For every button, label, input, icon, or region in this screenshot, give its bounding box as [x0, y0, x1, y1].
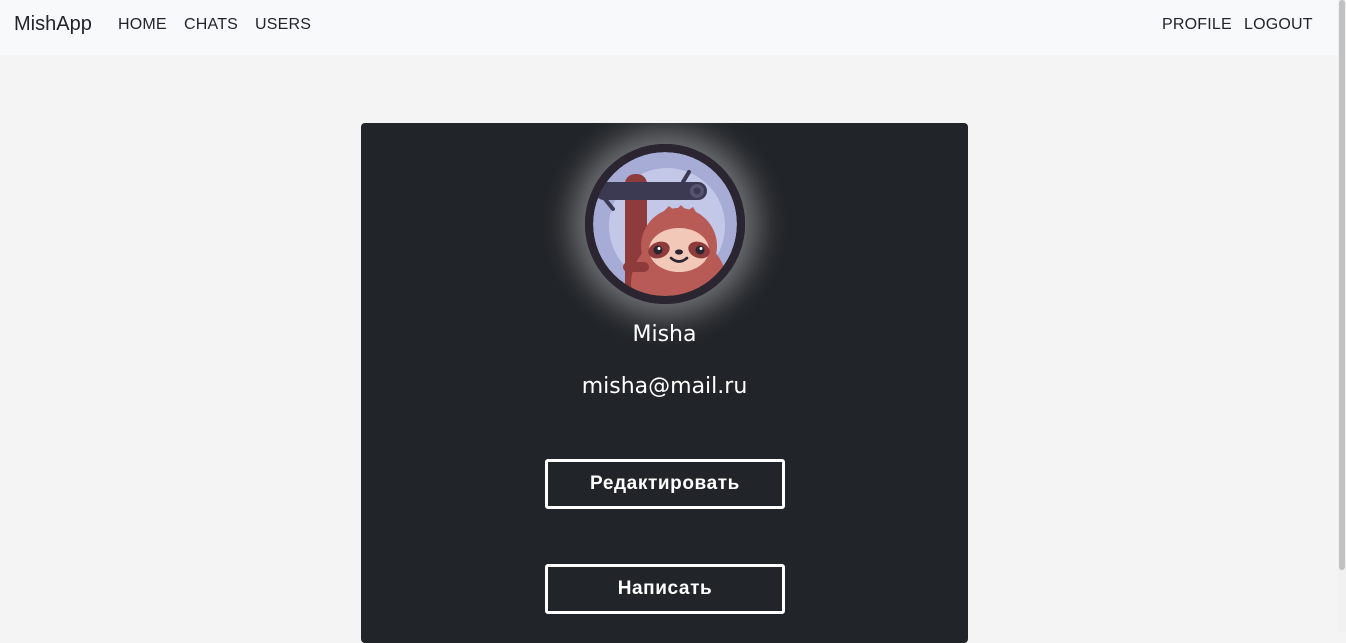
send-message-button[interactable]: Написать: [545, 564, 785, 614]
avatar: [585, 144, 745, 304]
nav-profile-link[interactable]: PROFILE: [1162, 16, 1232, 34]
brand-logo[interactable]: MishApp: [14, 13, 92, 36]
page-scrollbar[interactable]: [1338, 0, 1346, 632]
navbar: MishApp HOME CHATS USERS PROFILE LOGOUT: [0, 0, 1338, 55]
nav-home-link[interactable]: HOME: [118, 16, 167, 34]
nav-logout-link[interactable]: LOGOUT: [1244, 16, 1313, 34]
scrollbar-thumb[interactable]: [1339, 0, 1345, 570]
profile-card: Misha misha@mail.ru Редактировать Написа…: [361, 123, 968, 643]
nav-chats-link[interactable]: CHATS: [184, 16, 238, 34]
profile-name: Misha: [632, 322, 697, 347]
edit-profile-button[interactable]: Редактировать: [545, 459, 785, 509]
sloth-avatar-icon: [585, 144, 745, 304]
profile-email: misha@mail.ru: [581, 374, 748, 399]
nav-users-link[interactable]: USERS: [255, 16, 311, 34]
